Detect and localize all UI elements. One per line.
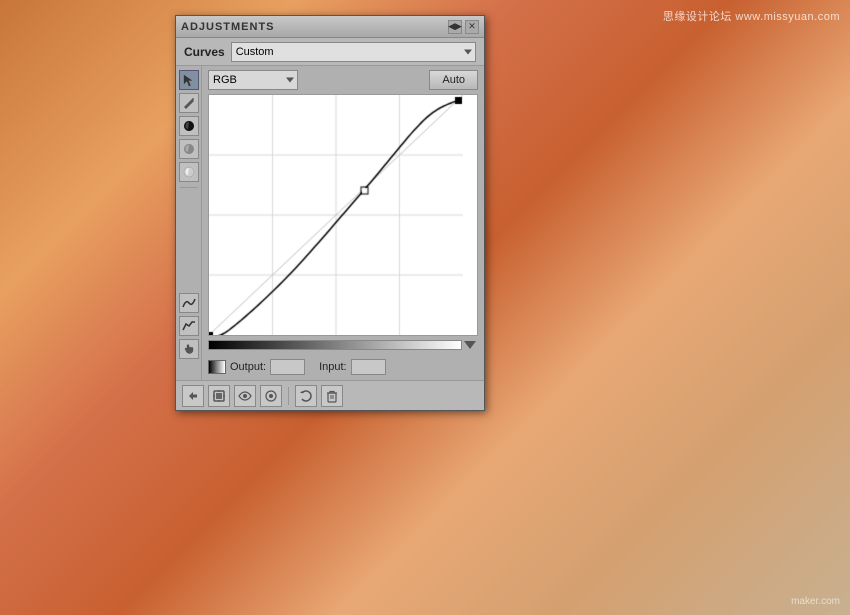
channel-row: RGB Red Green Blue Auto (202, 66, 484, 94)
hand-drag-tool[interactable] (179, 339, 199, 359)
output-value-input[interactable] (270, 359, 305, 375)
panel-titlebar: ADJUSTMENTS ◀▶ ✕ (176, 16, 484, 38)
curve-mode-pencil[interactable] (179, 316, 199, 336)
panel-close-btn[interactable]: ✕ (465, 20, 479, 34)
panel-title: ADJUSTMENTS (181, 21, 275, 33)
panel-content: RGB Red Green Blue Auto (176, 66, 484, 380)
new-adjustment-button[interactable] (208, 385, 230, 407)
toolbar-separator-1 (288, 387, 289, 405)
watermark-top: 思缘设计论坛 www.missyuan.com (663, 8, 840, 24)
toolbar-separator (180, 187, 198, 188)
panel-controls: ◀▶ ✕ (448, 20, 479, 34)
panel-collapse-btn[interactable]: ◀▶ (448, 20, 462, 34)
bottom-toolbar (176, 380, 484, 410)
output-label: Output: (230, 361, 266, 373)
back-button[interactable] (182, 385, 204, 407)
reset-button[interactable] (295, 385, 317, 407)
adjustments-panel: ADJUSTMENTS ◀▶ ✕ Curves Custom Default S… (175, 15, 485, 411)
channel-select-wrapper: RGB Red Green Blue (208, 70, 298, 90)
watermark-bottom: maker.com (791, 596, 840, 607)
input-label: Input: (319, 361, 347, 373)
gradient-bar-input (208, 340, 462, 350)
curves-header: Curves Custom Default Strong Contrast Li… (176, 38, 484, 66)
delete-button[interactable] (321, 385, 343, 407)
eye-button[interactable] (234, 385, 256, 407)
output-input-row: Output: Input: (202, 354, 484, 380)
preview-icon[interactable] (208, 360, 226, 374)
visibility-button[interactable] (260, 385, 282, 407)
curves-canvas-container[interactable] (208, 94, 478, 336)
preset-select-wrapper: Custom Default Strong Contrast Linear Co… (231, 42, 476, 62)
preset-select[interactable]: Custom Default Strong Contrast Linear Co… (231, 42, 476, 62)
curves-area: RGB Red Green Blue Auto (202, 66, 484, 380)
eyedropper-white[interactable] (179, 162, 199, 182)
input-value-input[interactable] (351, 359, 386, 375)
eyedropper-gray[interactable] (179, 139, 199, 159)
channel-select[interactable]: RGB Red Green Blue (208, 70, 298, 90)
left-toolbar (176, 66, 202, 380)
pencil-tool[interactable] (179, 93, 199, 113)
curve-mode-smooth[interactable] (179, 293, 199, 313)
eyedropper-black[interactable] (179, 116, 199, 136)
curves-label: Curves (184, 45, 225, 59)
curves-canvas[interactable] (209, 95, 463, 335)
pointer-tool[interactable] (179, 70, 199, 90)
gradient-bar-row (208, 338, 478, 352)
gradient-triangle[interactable] (464, 341, 476, 349)
auto-button[interactable]: Auto (429, 70, 478, 90)
